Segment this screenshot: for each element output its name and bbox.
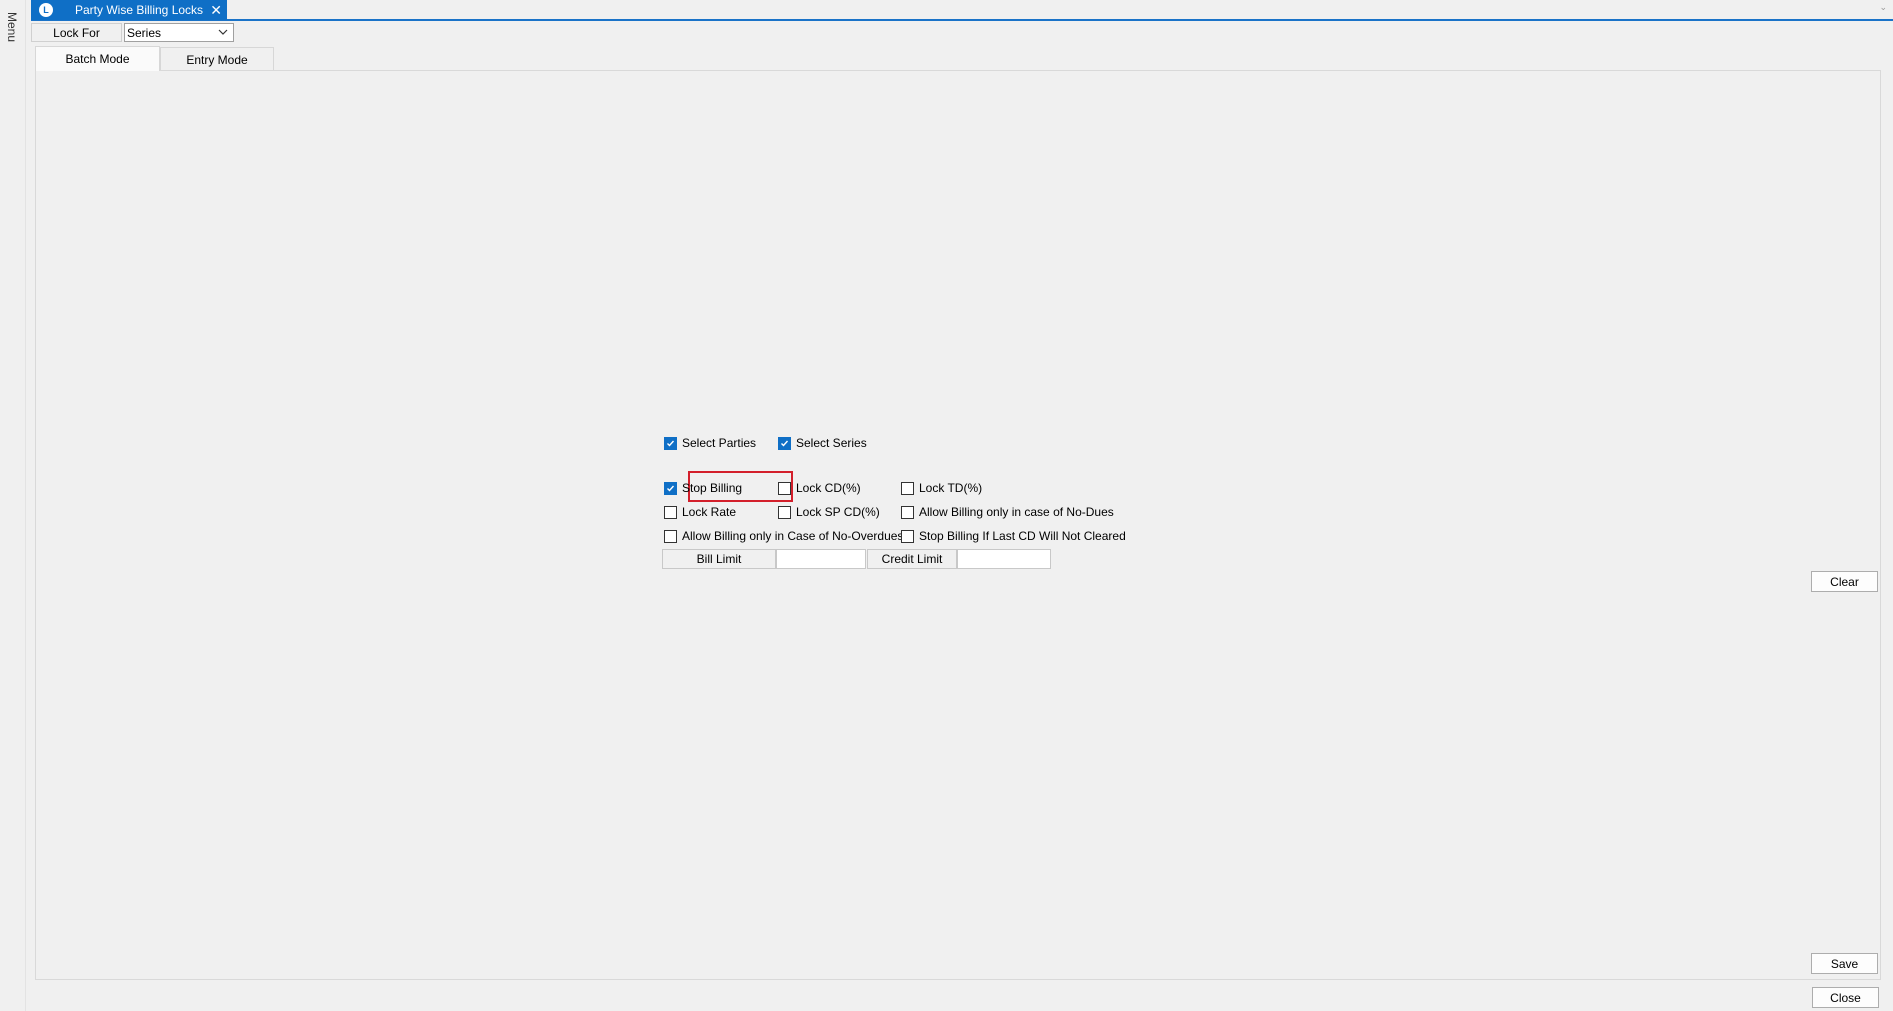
checkbox-box[interactable] [901,505,914,519]
checkbox-box[interactable] [778,436,791,450]
credit-limit-input[interactable] [957,549,1051,569]
select-parties-label: Select Parties [682,436,757,450]
lock-cd-checkbox[interactable]: Lock CD(%) [778,481,861,495]
checkmark-icon [667,440,675,447]
document-tab-title: Party Wise Billing Locks [75,3,204,17]
tab-batch-mode[interactable]: Batch Mode [35,46,160,71]
tab-entry-mode[interactable]: Entry Mode [160,47,274,71]
chevron-down-icon[interactable]: ⌄ [1879,2,1887,13]
lock-rate-checkbox[interactable]: Lock Rate [664,505,736,519]
credit-limit-label: Credit Limit [867,549,957,569]
checkbox-box[interactable] [664,529,677,543]
allow-no-dues-label: Allow Billing only in case of No-Dues [919,505,1114,519]
lock-for-label: Lock For [31,23,122,42]
tab-entry-mode-label: Entry Mode [186,52,248,67]
clear-button[interactable]: Clear [1811,571,1878,592]
stop-billing-checkbox[interactable]: Stop Billing [664,481,742,495]
menu-label[interactable]: Menu [5,12,19,42]
lock-td-checkbox[interactable]: Lock TD(%) [901,481,982,495]
stop-billing-label: Stop Billing [682,481,743,495]
checkbox-box[interactable] [901,481,914,495]
checkmark-icon [781,440,789,447]
bill-limit-input[interactable] [776,549,866,569]
allow-no-overdues-label: Allow Billing only in Case of No-Overdue… [682,529,904,543]
chevron-down-icon [218,29,228,35]
lock-cd-label: Lock CD(%) [796,481,861,495]
lock-rate-label: Lock Rate [682,505,737,519]
document-tab[interactable]: L Party Wise Billing Locks ✕ [31,0,227,20]
lock-td-label: Lock TD(%) [919,481,983,495]
checkmark-icon [667,485,675,492]
select-series-label: Select Series [796,436,867,450]
tab-batch-mode-label: Batch Mode [65,52,130,66]
lock-sp-cd-label: Lock SP CD(%) [796,505,880,519]
allow-no-dues-checkbox[interactable]: Allow Billing only in case of No-Dues [901,505,1114,519]
main-window: L Party Wise Billing Locks ✕ ⌄ Lock For … [31,0,1893,1011]
close-button[interactable]: Close [1812,987,1879,1008]
allow-no-overdues-checkbox[interactable]: Allow Billing only in Case of No-Overdue… [664,529,903,543]
checkbox-box[interactable] [664,505,677,519]
app-logo-icon: L [39,3,53,17]
batch-mode-panel [35,70,1881,980]
title-bar-divider [31,19,1893,21]
lock-for-dropdown[interactable]: Series [124,23,234,42]
checkbox-box[interactable] [664,481,677,495]
checkbox-box[interactable] [778,505,791,519]
stop-billing-cd-checkbox[interactable]: Stop Billing If Last CD Will Not Cleared [901,529,1126,543]
select-parties-checkbox[interactable]: Select Parties [664,436,756,450]
save-button[interactable]: Save [1811,953,1878,974]
stop-billing-cd-label: Stop Billing If Last CD Will Not Cleared [919,529,1126,543]
checkbox-box[interactable] [664,436,677,450]
select-series-checkbox[interactable]: Select Series [778,436,867,450]
bill-limit-label: Bill Limit [662,549,776,569]
checkbox-box[interactable] [901,529,914,543]
close-tab-icon[interactable]: ✕ [210,3,222,17]
lock-for-selected-value: Series [127,25,162,40]
checkbox-box[interactable] [778,481,791,495]
lock-sp-cd-checkbox[interactable]: Lock SP CD(%) [778,505,880,519]
side-menu-strip[interactable]: Menu [0,0,26,1011]
